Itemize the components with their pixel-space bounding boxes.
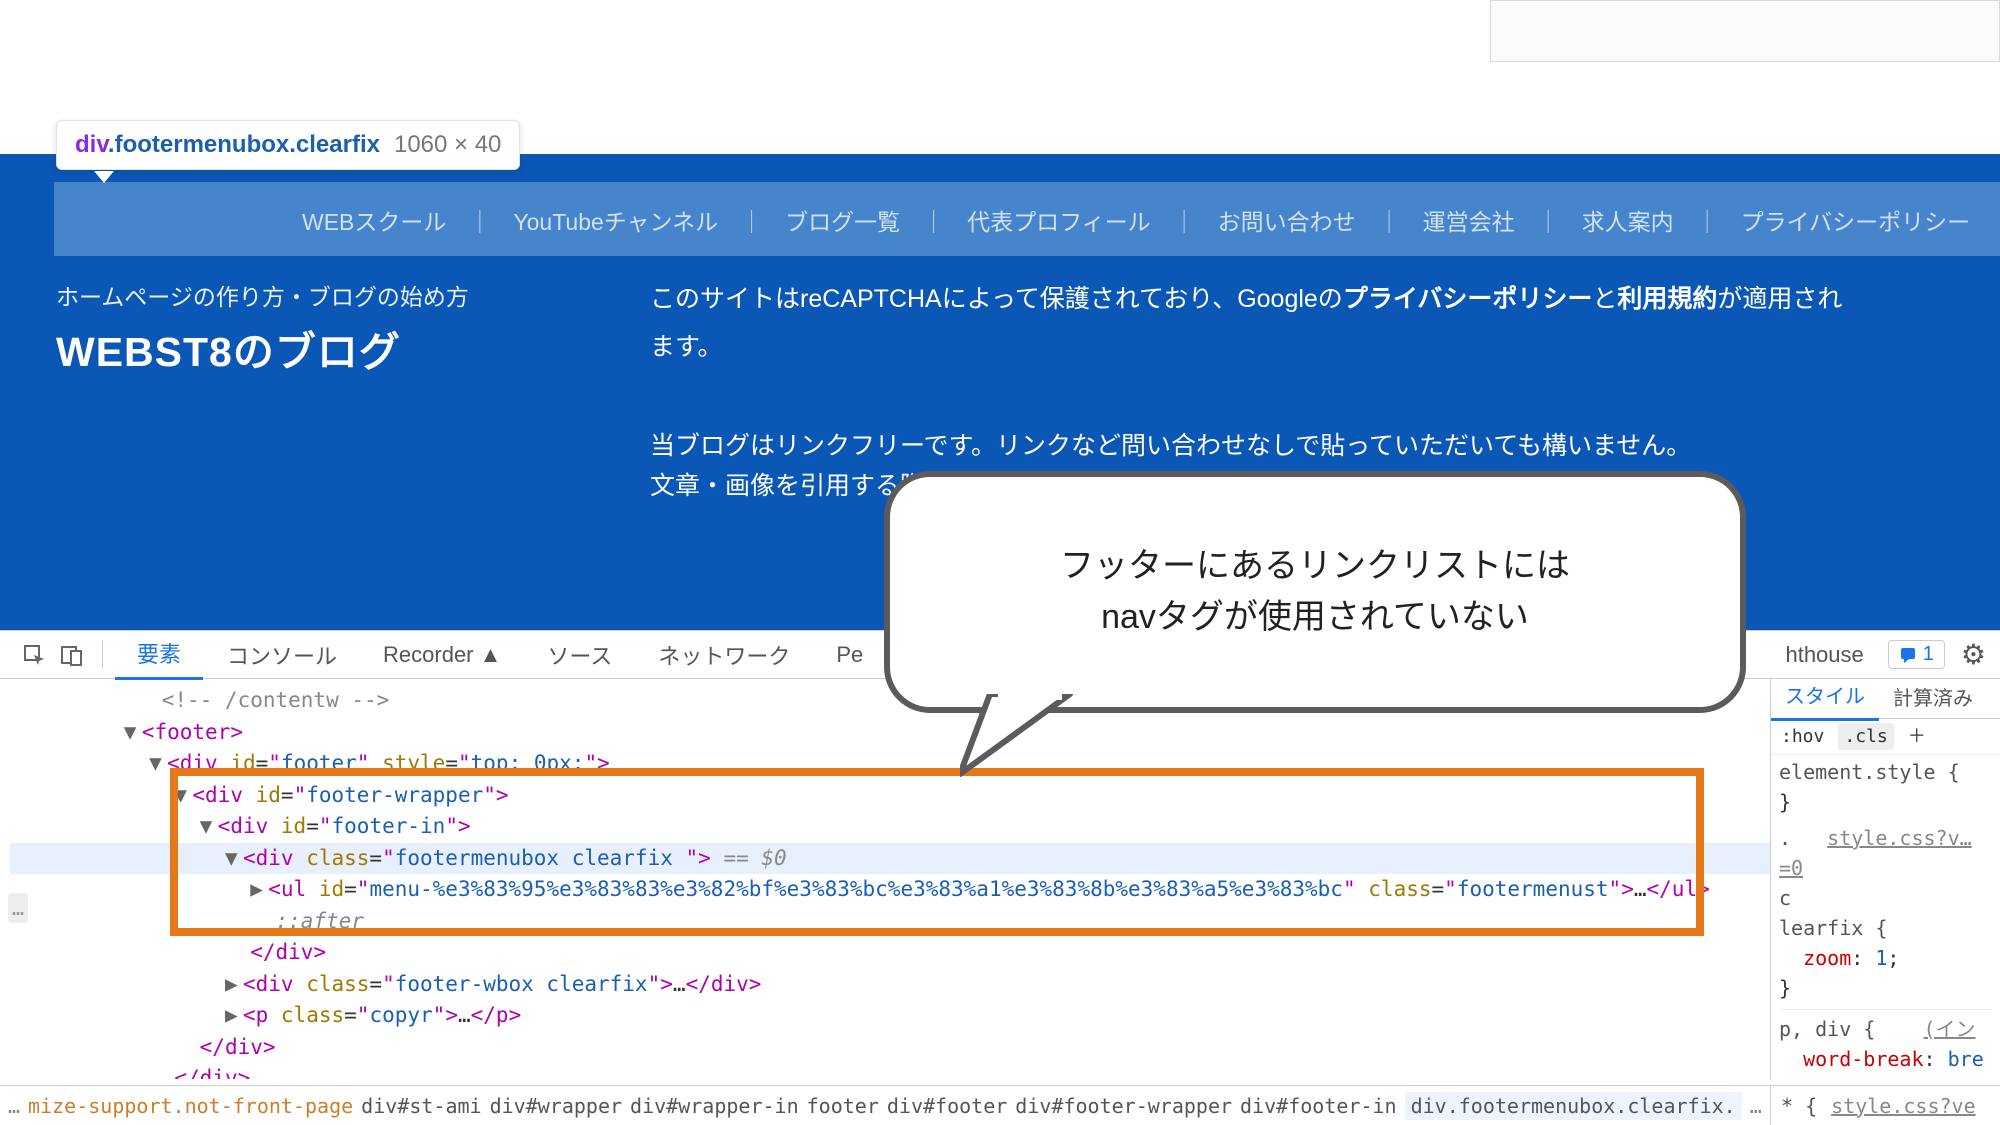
tab-lighthouse[interactable]: hthouse bbox=[1763, 634, 1885, 676]
ellipsis-icon[interactable]: … bbox=[8, 893, 28, 923]
cls-toggle[interactable]: .cls bbox=[1838, 723, 1893, 750]
annotation-bubble-tail bbox=[960, 694, 1080, 794]
annotation-bubble: フッターにあるリンクリストには navタグが使用されていない bbox=[884, 471, 1746, 713]
inspect-icon[interactable] bbox=[16, 637, 52, 673]
element-inspector-tooltip: div.footermenubox.clearfix 1060 × 40 bbox=[56, 120, 520, 170]
dom-breadcrumb[interactable]: … mize-support.not-front-page div#st-ami… bbox=[0, 1085, 1770, 1125]
styles-panel: スタイル 計算済み :hov .cls ＋ element.style { } … bbox=[1770, 679, 2000, 1079]
footer-menu-item[interactable]: 求人案内 bbox=[1560, 203, 1696, 237]
tab-recorder[interactable]: Recorder ▲ bbox=[361, 634, 523, 676]
tab-performance[interactable]: Pe bbox=[814, 634, 885, 676]
settings-icon[interactable]: ⚙ bbox=[1947, 638, 2000, 671]
tab-computed[interactable]: 計算済み bbox=[1879, 679, 1987, 720]
elements-tree[interactable]: … <!-- /contentw --> ▼<footer> ▼<div id=… bbox=[0, 679, 1770, 1079]
page-viewport: div.footermenubox.clearfix 1060 × 40 WEB… bbox=[0, 0, 2000, 630]
footer-menu-item[interactable]: 運営会社 bbox=[1401, 203, 1537, 237]
tooltip-dimensions: 1060 × 40 bbox=[394, 131, 501, 159]
breadcrumb-item[interactable]: div#footer bbox=[887, 1094, 1007, 1118]
stylesheet-link[interactable]: style.css?ve bbox=[1831, 1094, 1976, 1118]
tab-network[interactable]: ネットワーク bbox=[636, 631, 812, 679]
footer-menu-item[interactable]: プライバシーポリシー bbox=[1719, 203, 1993, 237]
breadcrumb-item[interactable]: div#footer-in bbox=[1240, 1094, 1397, 1118]
styles-toolbar: :hov .cls ＋ bbox=[1771, 719, 2000, 755]
linkfree-text-1: 当ブログはリンクフリーです。リンクなど問い合わせなしで貼っていただいても構いませ… bbox=[650, 426, 1691, 462]
tab-elements[interactable]: 要素 bbox=[115, 629, 203, 680]
blog-title[interactable]: WEBST8のブログ bbox=[56, 318, 401, 378]
footer-menu-item[interactable]: お問い合わせ bbox=[1196, 203, 1378, 237]
sidebar-panel bbox=[1490, 0, 2000, 62]
recaptcha-notice: このサイトはreCAPTCHAによって保護されており、Googleのプライバシー… bbox=[650, 276, 2000, 371]
breadcrumb-item[interactable]: div#wrapper-in bbox=[630, 1094, 799, 1118]
styles-last-rule: * { style.css?ve bbox=[1770, 1085, 2000, 1125]
footer-menu-bar: WEBスクール｜ YouTubeチャンネル｜ ブログ一覧｜ 代表プロフィール｜ … bbox=[280, 189, 1880, 251]
selected-dom-node[interactable]: ▼<div class="footermenubox clearfix "> =… bbox=[10, 843, 1770, 875]
issues-badge[interactable]: 1 bbox=[1888, 640, 1945, 669]
device-toggle-icon[interactable] bbox=[54, 637, 90, 673]
privacy-policy-link[interactable]: プライバシーポリシー bbox=[1343, 285, 1593, 313]
tooltip-tag: div bbox=[75, 131, 108, 158]
annotation-line-1: フッターにあるリンクリストには bbox=[1060, 541, 1570, 592]
breadcrumb-item[interactable]: div#wrapper bbox=[490, 1094, 622, 1118]
breadcrumb[interactable]: ホームページの作り方・ブログの始め方 bbox=[56, 278, 469, 312]
stylesheet-link[interactable]: style.css?v…=0 bbox=[1779, 826, 1972, 880]
tab-console[interactable]: コンソール bbox=[205, 631, 359, 679]
breadcrumb-item[interactable]: div#st-ami bbox=[361, 1094, 481, 1118]
footer-menu-item[interactable]: 代表プロフィール bbox=[945, 203, 1173, 237]
annotation-line-2: navタグが使用されていない bbox=[1101, 592, 1529, 643]
breadcrumb-item[interactable]: div#footer-wrapper bbox=[1015, 1094, 1232, 1118]
new-rule-button[interactable]: ＋ bbox=[1908, 723, 1926, 750]
footer-menu-item[interactable]: WEBスクール bbox=[280, 203, 468, 237]
terms-link[interactable]: 利用規約 bbox=[1617, 285, 1717, 313]
tooltip-classes: .footermenubox.clearfix bbox=[108, 131, 380, 158]
footer-menu-item[interactable]: YouTubeチャンネル bbox=[491, 203, 740, 237]
tooltip-caret bbox=[94, 171, 114, 183]
breadcrumb-item[interactable]: footer bbox=[807, 1094, 879, 1118]
tab-styles[interactable]: スタイル bbox=[1771, 679, 1879, 721]
hov-toggle[interactable]: :hov bbox=[1781, 723, 1824, 750]
styles-tabs: スタイル 計算済み bbox=[1771, 679, 2000, 719]
tab-sources[interactable]: ソース bbox=[525, 631, 634, 679]
footer-menu-item[interactable]: ブログ一覧 bbox=[763, 203, 922, 237]
breadcrumb-item[interactable]: mize-support.not-front-page bbox=[28, 1094, 353, 1118]
breadcrumb-item-selected[interactable]: div.footermenubox.clearfix. bbox=[1405, 1092, 1742, 1120]
